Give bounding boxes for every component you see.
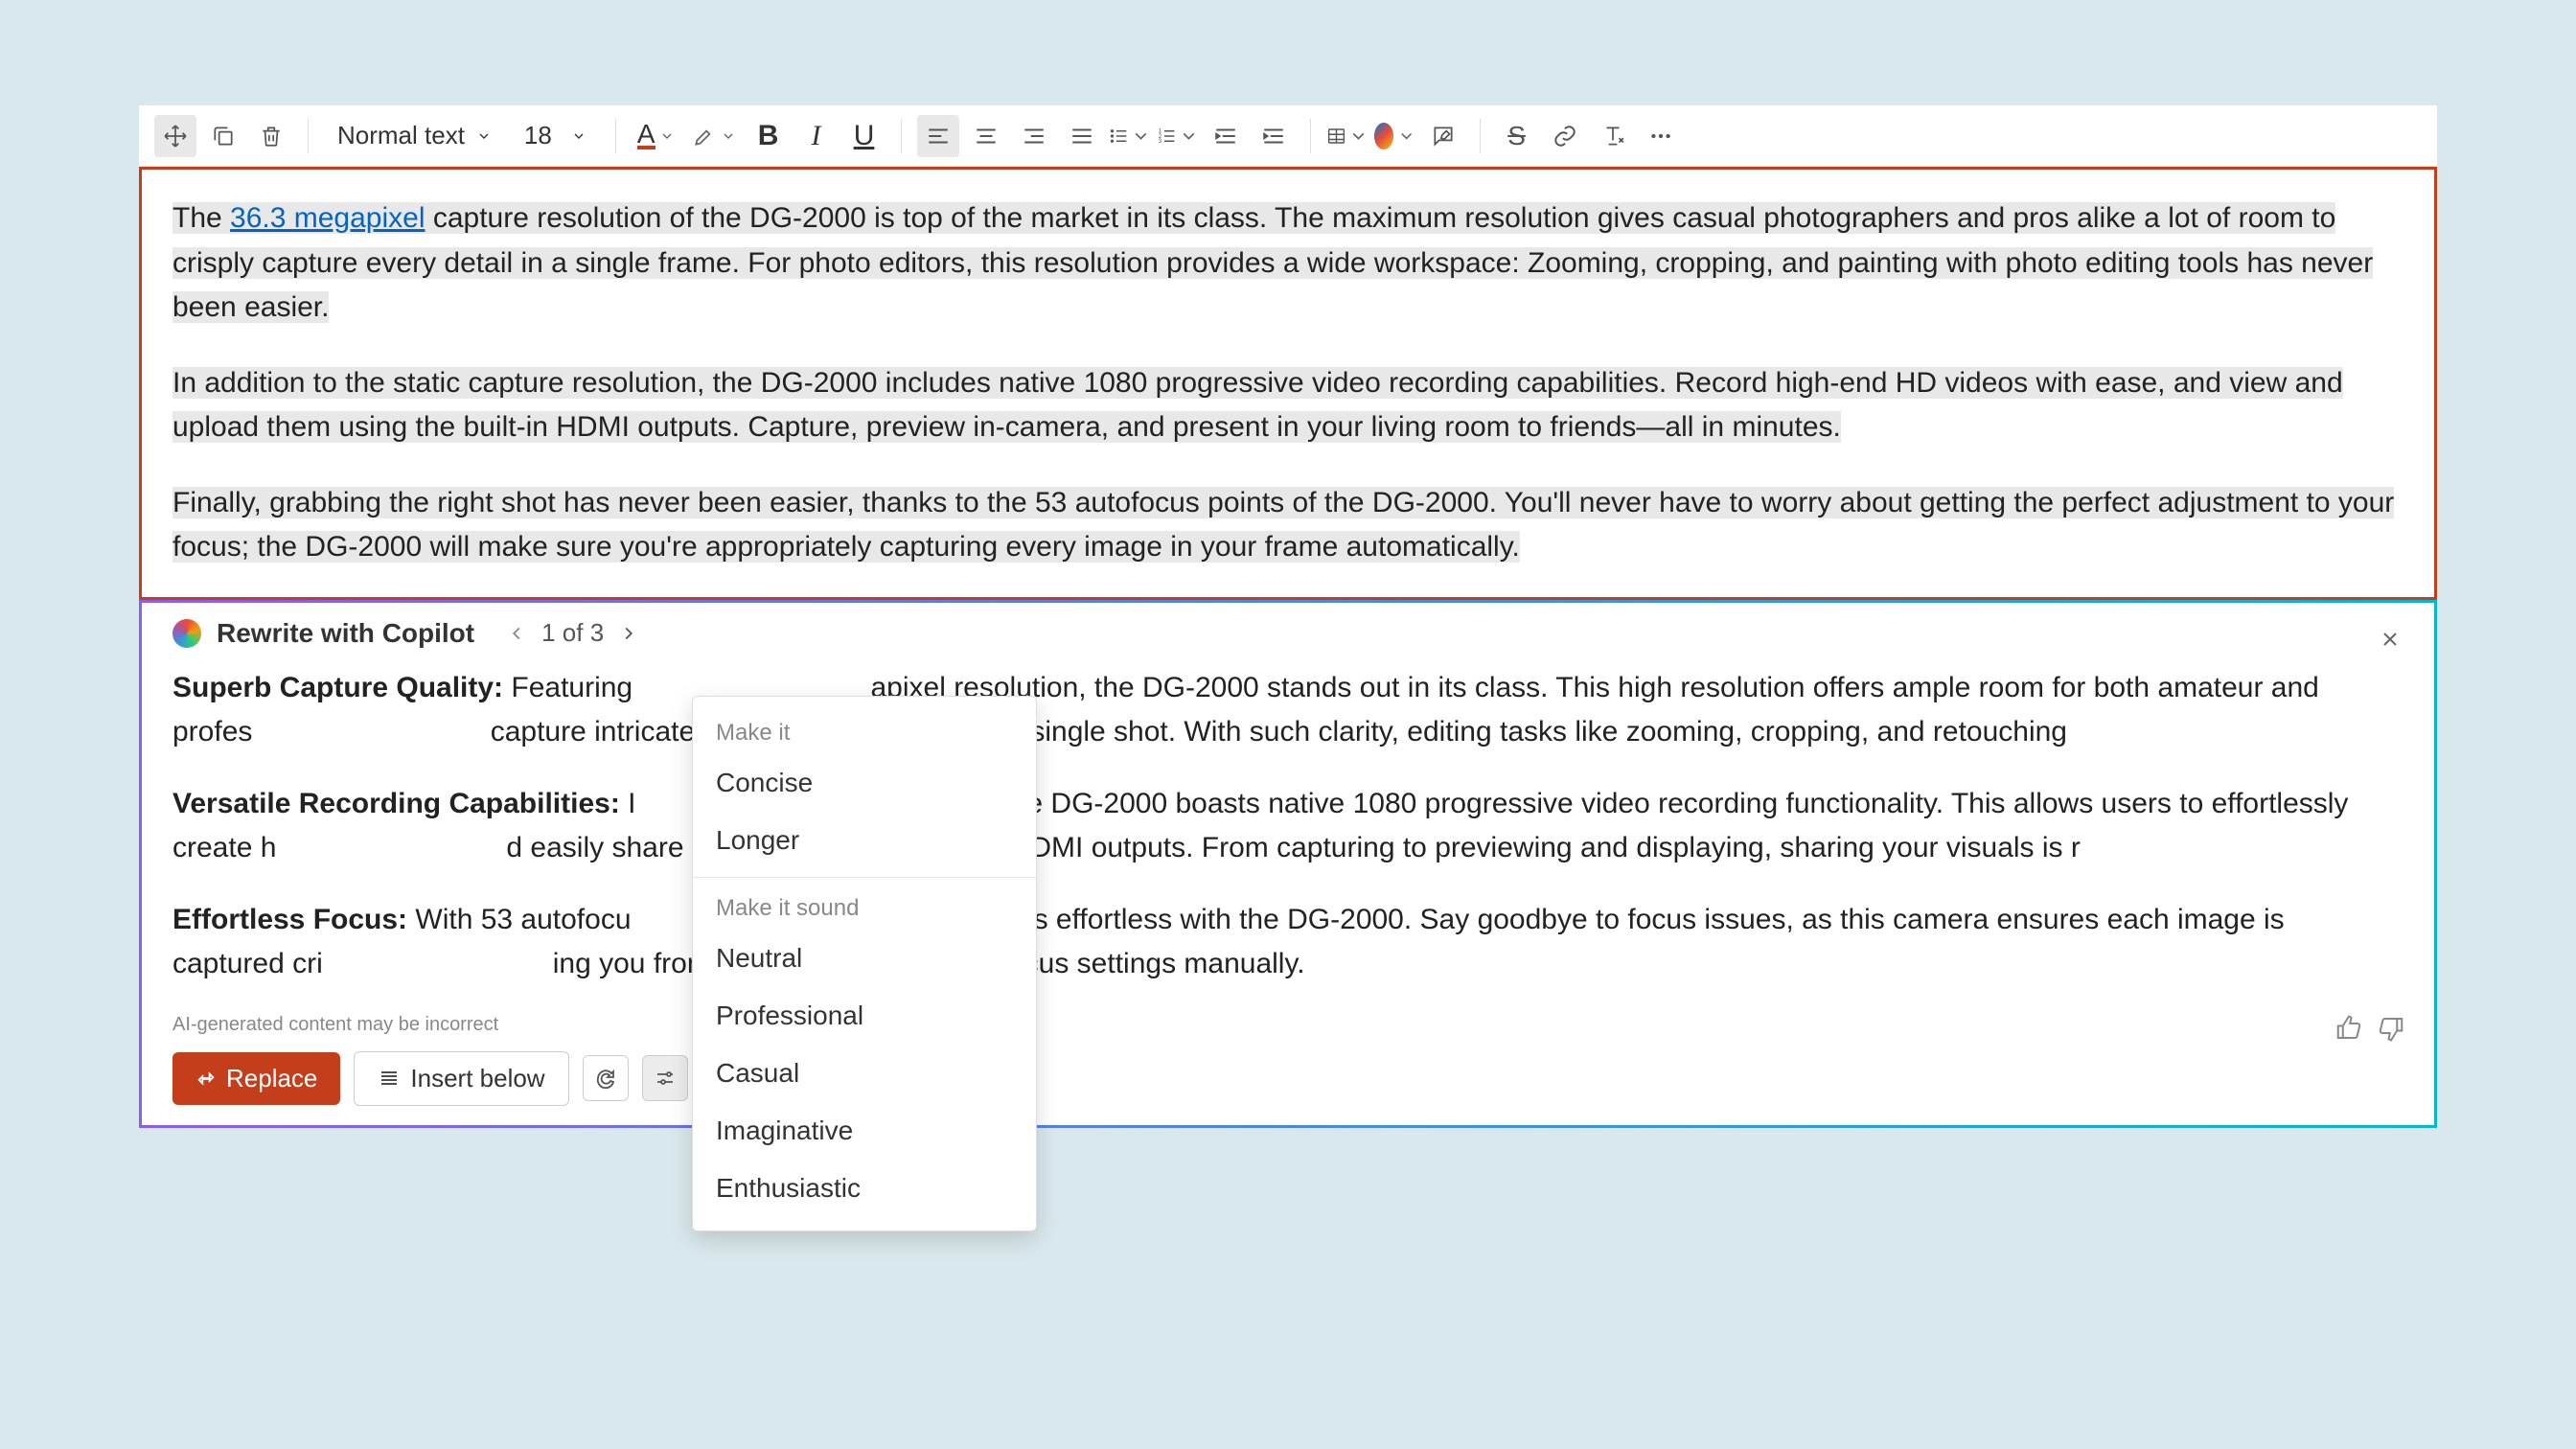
link-button[interactable] [1544, 115, 1586, 157]
prev-suggestion-button[interactable] [501, 618, 532, 649]
copy-icon[interactable] [202, 115, 244, 157]
bold-button[interactable]: B [748, 115, 790, 157]
copilot-button[interactable] [1374, 115, 1416, 157]
separator [901, 119, 902, 153]
tone-enthusiastic[interactable]: Enthusiastic [693, 1160, 1036, 1217]
font-size-value: 18 [524, 121, 552, 150]
move-icon[interactable] [154, 115, 196, 157]
chevron-down-icon [721, 128, 736, 144]
underline-button[interactable]: U [843, 115, 886, 157]
tone-menu: Make it Concise Longer Make it sound Neu… [692, 696, 1037, 1231]
refresh-icon [594, 1067, 617, 1090]
tone-longer[interactable]: Longer [693, 812, 1036, 869]
tone-concise[interactable]: Concise [693, 754, 1036, 812]
chevron-down-icon [1131, 124, 1151, 149]
chevron-left-icon [506, 623, 527, 644]
chevron-right-icon [618, 623, 639, 644]
chevron-down-icon [476, 128, 492, 144]
tone-imaginative[interactable]: Imaginative [693, 1102, 1036, 1160]
megapixel-link[interactable]: 36.3 megapixel [230, 202, 425, 234]
copilot-suggestion-body: Superb Capture Quality: Featuring xxxxxx… [172, 666, 2404, 987]
separator [1310, 119, 1311, 153]
delete-icon[interactable] [250, 115, 292, 157]
chevron-down-icon [1397, 124, 1415, 149]
thumbs-up-button[interactable] [2334, 1014, 2363, 1043]
separator [1480, 119, 1481, 153]
more-button[interactable] [1640, 115, 1682, 157]
comment-button[interactable] [1422, 115, 1464, 157]
strikethrough-button[interactable]: S [1496, 115, 1538, 157]
separator [615, 119, 616, 153]
suggestion-p1: Superb Capture Quality: Featuring xxxxxx… [172, 666, 2404, 755]
replace-icon [196, 1068, 217, 1089]
align-left-button[interactable] [917, 115, 959, 157]
bullet-list-button[interactable] [1109, 115, 1151, 157]
tone-professional[interactable]: Professional [693, 987, 1036, 1045]
font-color-button[interactable]: A [632, 122, 680, 150]
align-justify-button[interactable] [1061, 115, 1103, 157]
text-style-select[interactable]: Normal text [324, 121, 505, 150]
highlight-button[interactable] [686, 124, 742, 149]
tone-neutral[interactable]: Neutral [693, 930, 1036, 987]
copilot-title: Rewrite with Copilot [217, 618, 474, 649]
align-right-button[interactable] [1013, 115, 1055, 157]
chevron-down-icon [571, 128, 586, 144]
adjust-tone-button[interactable] [642, 1055, 688, 1101]
highlighter-icon [692, 124, 717, 149]
font-color-icon: A [637, 122, 656, 150]
insert-below-icon [378, 1067, 401, 1090]
ai-disclaimer: AI-generated content may be incorrect [172, 1014, 2404, 1036]
tone-casual[interactable]: Casual [693, 1045, 1036, 1102]
insert-below-button[interactable]: Insert below [354, 1051, 568, 1106]
copilot-header: Rewrite with Copilot 1 of 3 [172, 618, 2404, 649]
copilot-footer: Replace Insert below [172, 1051, 2404, 1106]
suggestion-p2: Versatile Recording Capabilities: Ixxxxx… [172, 782, 2404, 871]
chevron-down-icon [1179, 124, 1199, 149]
tone-section-make-it-sound: Make it sound [693, 886, 1036, 930]
copilot-icon [1374, 123, 1394, 150]
indent-button[interactable] [1253, 115, 1295, 157]
feedback-row [2334, 1014, 2405, 1043]
close-icon [2379, 628, 2402, 651]
chevron-down-icon [1348, 124, 1368, 149]
suggestion-p3: Effortless Focus: With 53 autofocuxxxxxx… [172, 898, 2404, 987]
align-center-button[interactable] [965, 115, 1007, 157]
clear-format-button[interactable] [1592, 115, 1634, 157]
tone-section-make-it: Make it [693, 710, 1036, 754]
copilot-panel: Rewrite with Copilot 1 of 3 Superb Captu… [139, 600, 2437, 1128]
thumbs-down-icon [2377, 1014, 2405, 1043]
numbered-list-button[interactable]: 123 [1157, 115, 1199, 157]
separator [308, 119, 309, 153]
paragraph-2: In addition to the static capture resolu… [172, 361, 2404, 450]
outdent-button[interactable] [1205, 115, 1247, 157]
document-content[interactable]: The 36.3 megapixel capture resolution of… [139, 167, 2437, 600]
toolbar: Normal text 18 A B I U [139, 105, 2437, 167]
thumbs-down-button[interactable] [2377, 1014, 2405, 1043]
app-window: Normal text 18 A B I U [139, 105, 2437, 1128]
regenerate-button[interactable] [583, 1055, 629, 1101]
chevron-down-icon [659, 128, 675, 144]
thumbs-up-icon [2334, 1014, 2363, 1043]
suggestion-nav: 1 of 3 [501, 618, 644, 649]
close-button[interactable] [2373, 622, 2407, 656]
paragraph-3: Finally, grabbing the right shot has nev… [172, 481, 2404, 570]
table-button[interactable] [1326, 115, 1368, 157]
italic-button[interactable]: I [795, 115, 838, 157]
replace-button[interactable]: Replace [172, 1052, 340, 1105]
svg-text:3: 3 [1158, 138, 1162, 145]
sliders-icon [654, 1067, 677, 1090]
suggestion-counter: 1 of 3 [541, 618, 604, 648]
paragraph-1: The 36.3 megapixel capture resolution of… [172, 196, 2404, 331]
font-size-select[interactable]: 18 [511, 121, 600, 150]
copilot-logo-icon [172, 619, 201, 648]
text-style-label: Normal text [337, 121, 465, 150]
next-suggestion-button[interactable] [613, 618, 644, 649]
tone-divider [693, 877, 1036, 878]
